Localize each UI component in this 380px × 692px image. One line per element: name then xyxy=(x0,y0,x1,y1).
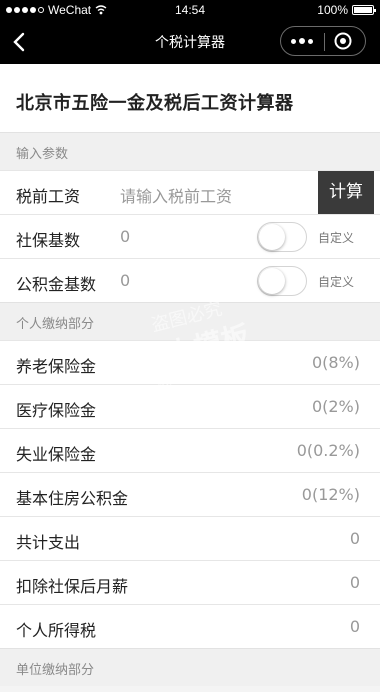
page-title: 北京市五险一金及税后工资计算器 xyxy=(0,64,380,132)
battery-percentage: 100% xyxy=(317,3,348,17)
result-row-pension: 养老保险金 0(8%) xyxy=(0,340,380,384)
section-input-params: 输入参数 xyxy=(0,132,380,170)
fund-base-custom-label: 自定义 xyxy=(318,275,355,289)
salary-label: 税前工资 xyxy=(16,187,81,206)
result-row-income-tax: 个人所得税 0 xyxy=(0,604,380,648)
section-personal-payment: 个人缴纳部分 xyxy=(0,302,380,340)
result-value: 0(8%) xyxy=(311,353,360,372)
salary-row: 税前工资 请输入税前工资 计算 xyxy=(0,170,380,214)
fund-base-value[interactable]: 0 xyxy=(120,271,130,290)
mini-program-capsule xyxy=(280,26,366,56)
battery-icon xyxy=(352,5,376,15)
fund-base-custom-toggle[interactable] xyxy=(257,266,307,296)
social-base-custom-toggle[interactable] xyxy=(257,222,307,252)
calculate-button[interactable]: 计算 xyxy=(318,171,374,214)
navigation-bar: 个税计算器 xyxy=(0,20,380,64)
result-value: 0 xyxy=(349,573,360,592)
result-value: 0 xyxy=(349,529,360,548)
result-row-medical: 医疗保险金 0(2%) xyxy=(0,384,380,428)
capsule-divider xyxy=(324,33,325,51)
result-label: 基本住房公积金 xyxy=(16,489,129,508)
result-value: 0(2%) xyxy=(311,397,360,416)
close-program-icon[interactable] xyxy=(334,32,352,50)
social-base-row: 社保基数 0 自定义 xyxy=(0,214,380,258)
social-base-label: 社保基数 xyxy=(16,231,81,250)
fund-base-row: 公积金基数 0 自定义 xyxy=(0,258,380,302)
result-row-net-salary: 扣除社保后月薪 0 xyxy=(0,560,380,604)
result-value: 0(12%) xyxy=(301,485,360,504)
result-label: 养老保险金 xyxy=(16,357,97,376)
result-label: 医疗保险金 xyxy=(16,401,97,420)
result-label: 共计支出 xyxy=(16,533,81,552)
social-base-value[interactable]: 0 xyxy=(120,227,130,246)
main-content: 北京市五险一金及税后工资计算器 输入参数 税前工资 请输入税前工资 计算 社保基… xyxy=(0,64,380,686)
social-base-custom-label: 自定义 xyxy=(318,231,355,245)
result-value: 0(0.2%) xyxy=(296,441,360,460)
result-row-total-expense: 共计支出 0 xyxy=(0,516,380,560)
status-bar: WeChat 14:54 100% xyxy=(0,0,380,20)
section-company-payment: 单位缴纳部分 xyxy=(0,648,380,686)
fund-base-label: 公积金基数 xyxy=(16,275,97,294)
result-label: 扣除社保后月薪 xyxy=(16,577,129,596)
battery-status: 100% xyxy=(317,3,376,17)
result-value: 0 xyxy=(349,617,360,636)
result-row-unemployment: 失业保险金 0(0.2%) xyxy=(0,428,380,472)
more-options-icon[interactable] xyxy=(291,35,317,47)
result-row-housing-fund: 基本住房公积金 0(12%) xyxy=(0,472,380,516)
result-label: 失业保险金 xyxy=(16,445,97,464)
result-label: 个人所得税 xyxy=(16,621,97,640)
salary-input[interactable]: 请输入税前工资 xyxy=(120,183,232,207)
